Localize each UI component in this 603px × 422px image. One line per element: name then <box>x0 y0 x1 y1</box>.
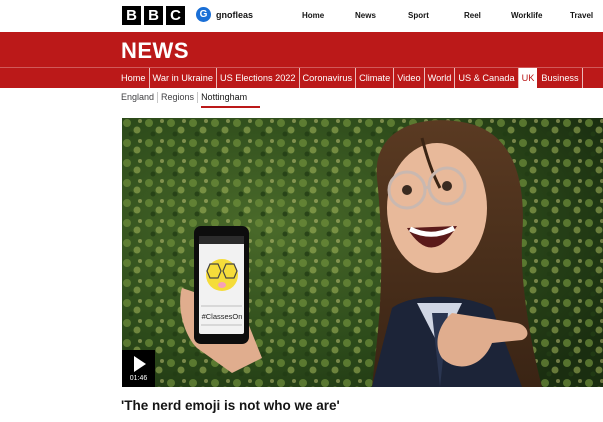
subnav-item-business[interactable]: Business <box>538 68 583 89</box>
video-duration: 01:46 <box>129 374 148 382</box>
bbc-logo-letter: C <box>166 6 185 25</box>
region-item-regions[interactable]: Regions <box>158 92 199 103</box>
subnav-item-war-in-ukraine[interactable]: War in Ukraine <box>150 68 217 89</box>
subnav-item-video[interactable]: Video <box>394 68 425 89</box>
play-button[interactable]: 01:46 <box>122 350 155 387</box>
subnav-item-home[interactable]: Home <box>120 68 150 89</box>
subnav-item-world[interactable]: World <box>425 68 456 89</box>
top-nav-sport[interactable]: Sport <box>408 11 429 20</box>
bbc-logo-letter: B <box>144 6 163 25</box>
region-active-underline <box>201 106 260 108</box>
news-title[interactable]: NEWS <box>121 38 189 64</box>
account-button[interactable]: G gnofleas <box>196 7 253 22</box>
news-banner: NEWS <box>0 32 603 67</box>
region-item-england[interactable]: England <box>121 92 159 103</box>
video-thumbnail: #ClassesOn <box>122 118 603 387</box>
video-player[interactable]: #ClassesOn 01:46 <box>122 118 603 387</box>
subnav-item-us-canada[interactable]: US & Canada <box>455 68 519 89</box>
region-item-nottingham[interactable]: Nottingham <box>198 92 250 103</box>
subnav-item-us-elections[interactable]: US Elections 2022 <box>217 68 300 89</box>
top-nav-worklife[interactable]: Worklife <box>511 11 542 20</box>
bbc-logo-letter: B <box>122 6 141 25</box>
subnav-item-coronavirus[interactable]: Coronavirus <box>300 68 357 89</box>
top-bar: B B C G gnofleas Home News Sport Reel Wo… <box>0 0 603 32</box>
top-nav-home[interactable]: Home <box>302 11 324 20</box>
news-subnav: Home War in Ukraine US Elections 2022 Co… <box>0 67 603 89</box>
top-nav-travel[interactable]: Travel <box>570 11 593 20</box>
subnav-item-climate[interactable]: Climate <box>356 68 395 89</box>
phone-caption: #ClassesOn <box>202 312 243 321</box>
top-nav-reel[interactable]: Reel <box>464 11 481 20</box>
top-nav-news[interactable]: News <box>355 11 376 20</box>
account-icon: G <box>196 7 211 22</box>
account-name: gnofleas <box>216 9 254 20</box>
play-icon <box>134 355 146 372</box>
bbc-logo[interactable]: B B C <box>122 6 185 25</box>
region-nav: England Regions Nottingham <box>121 92 250 103</box>
article-headline[interactable]: 'The nerd emoji is not who we are' <box>121 398 340 413</box>
subnav-item-uk[interactable]: UK <box>518 68 538 89</box>
